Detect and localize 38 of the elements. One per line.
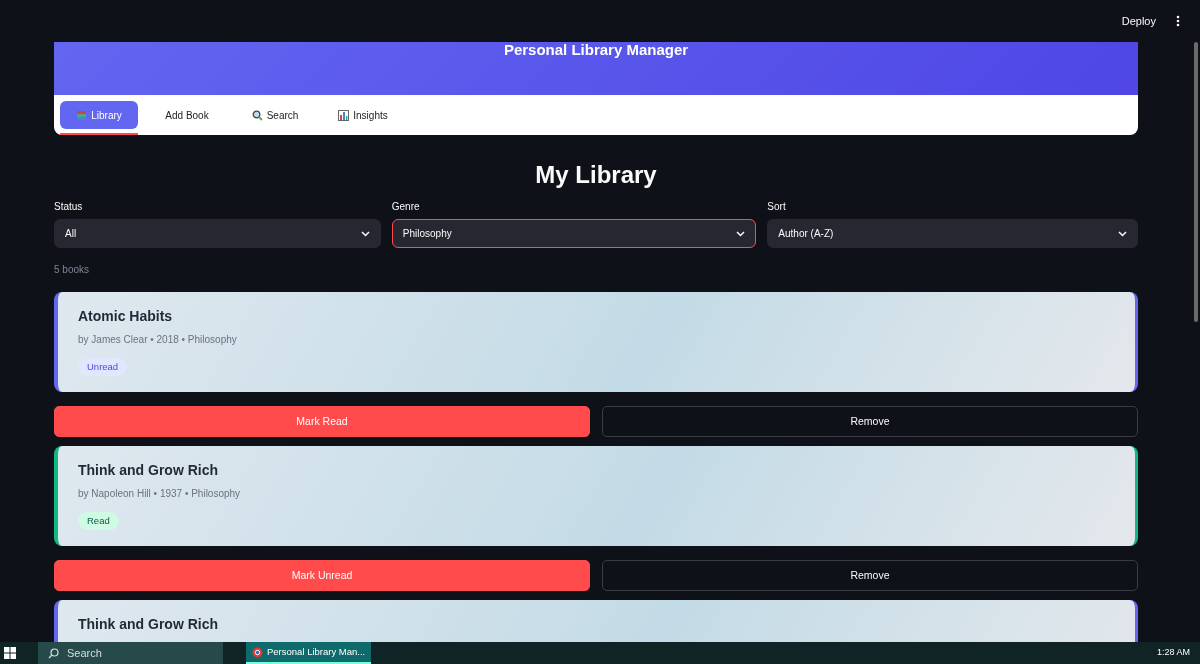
book-meta: by Napoleon Hill • 1937 • Philosophy [78, 487, 242, 501]
book-title: Think and Grow Rich [78, 616, 219, 633]
field-label: Genre [391, 200, 421, 214]
book-count: 5 books [54, 263, 91, 277]
bar-chart-icon [338, 109, 350, 121]
page-title: My Library [534, 161, 658, 189]
remove-button[interactable]: Remove [602, 560, 1138, 591]
book-title: Atomic Habits [78, 308, 174, 325]
tab[interactable]: Insights [324, 101, 402, 129]
search-label: Search [67, 645, 102, 661]
deploy-button[interactable]: Deploy [1115, 11, 1162, 31]
clock: 1:28 AM [1156, 646, 1190, 660]
status-badge: Unread [78, 358, 128, 377]
chevron-down-icon [736, 230, 746, 237]
book-title: Think and Grow Rich [78, 462, 219, 479]
remove-button[interactable]: Remove [602, 406, 1138, 437]
chevron-down-icon [1118, 230, 1127, 237]
app-title: Personal Library Man... [267, 644, 366, 659]
browser-icon [252, 646, 263, 658]
windows-start-icon[interactable] [4, 647, 16, 659]
tab[interactable]: Add Book [148, 101, 226, 129]
select-field[interactable]: Author (A-Z) [767, 219, 1138, 248]
tab[interactable]: Search [236, 101, 314, 129]
more-menu-icon[interactable] [1176, 15, 1180, 27]
scrollbar[interactable] [1194, 42, 1198, 322]
books-icon [76, 109, 88, 121]
taskbar-search[interactable]: Search [38, 642, 223, 664]
magnifier-icon [251, 109, 263, 121]
header-banner: Personal Library Manager [54, 42, 1138, 95]
field-label: Status [54, 200, 84, 214]
field-label: Sort [767, 200, 787, 214]
select-field[interactable]: All [54, 219, 381, 248]
chevron-down-icon [360, 230, 370, 237]
taskbar-app-button[interactable]: Personal Library Man... [246, 642, 372, 664]
select-field[interactable]: Philosophy [391, 219, 757, 248]
search-icon [48, 647, 59, 659]
book-meta: by James Clear • 2018 • Philosophy [78, 333, 238, 347]
status-badge: Read [78, 512, 119, 531]
